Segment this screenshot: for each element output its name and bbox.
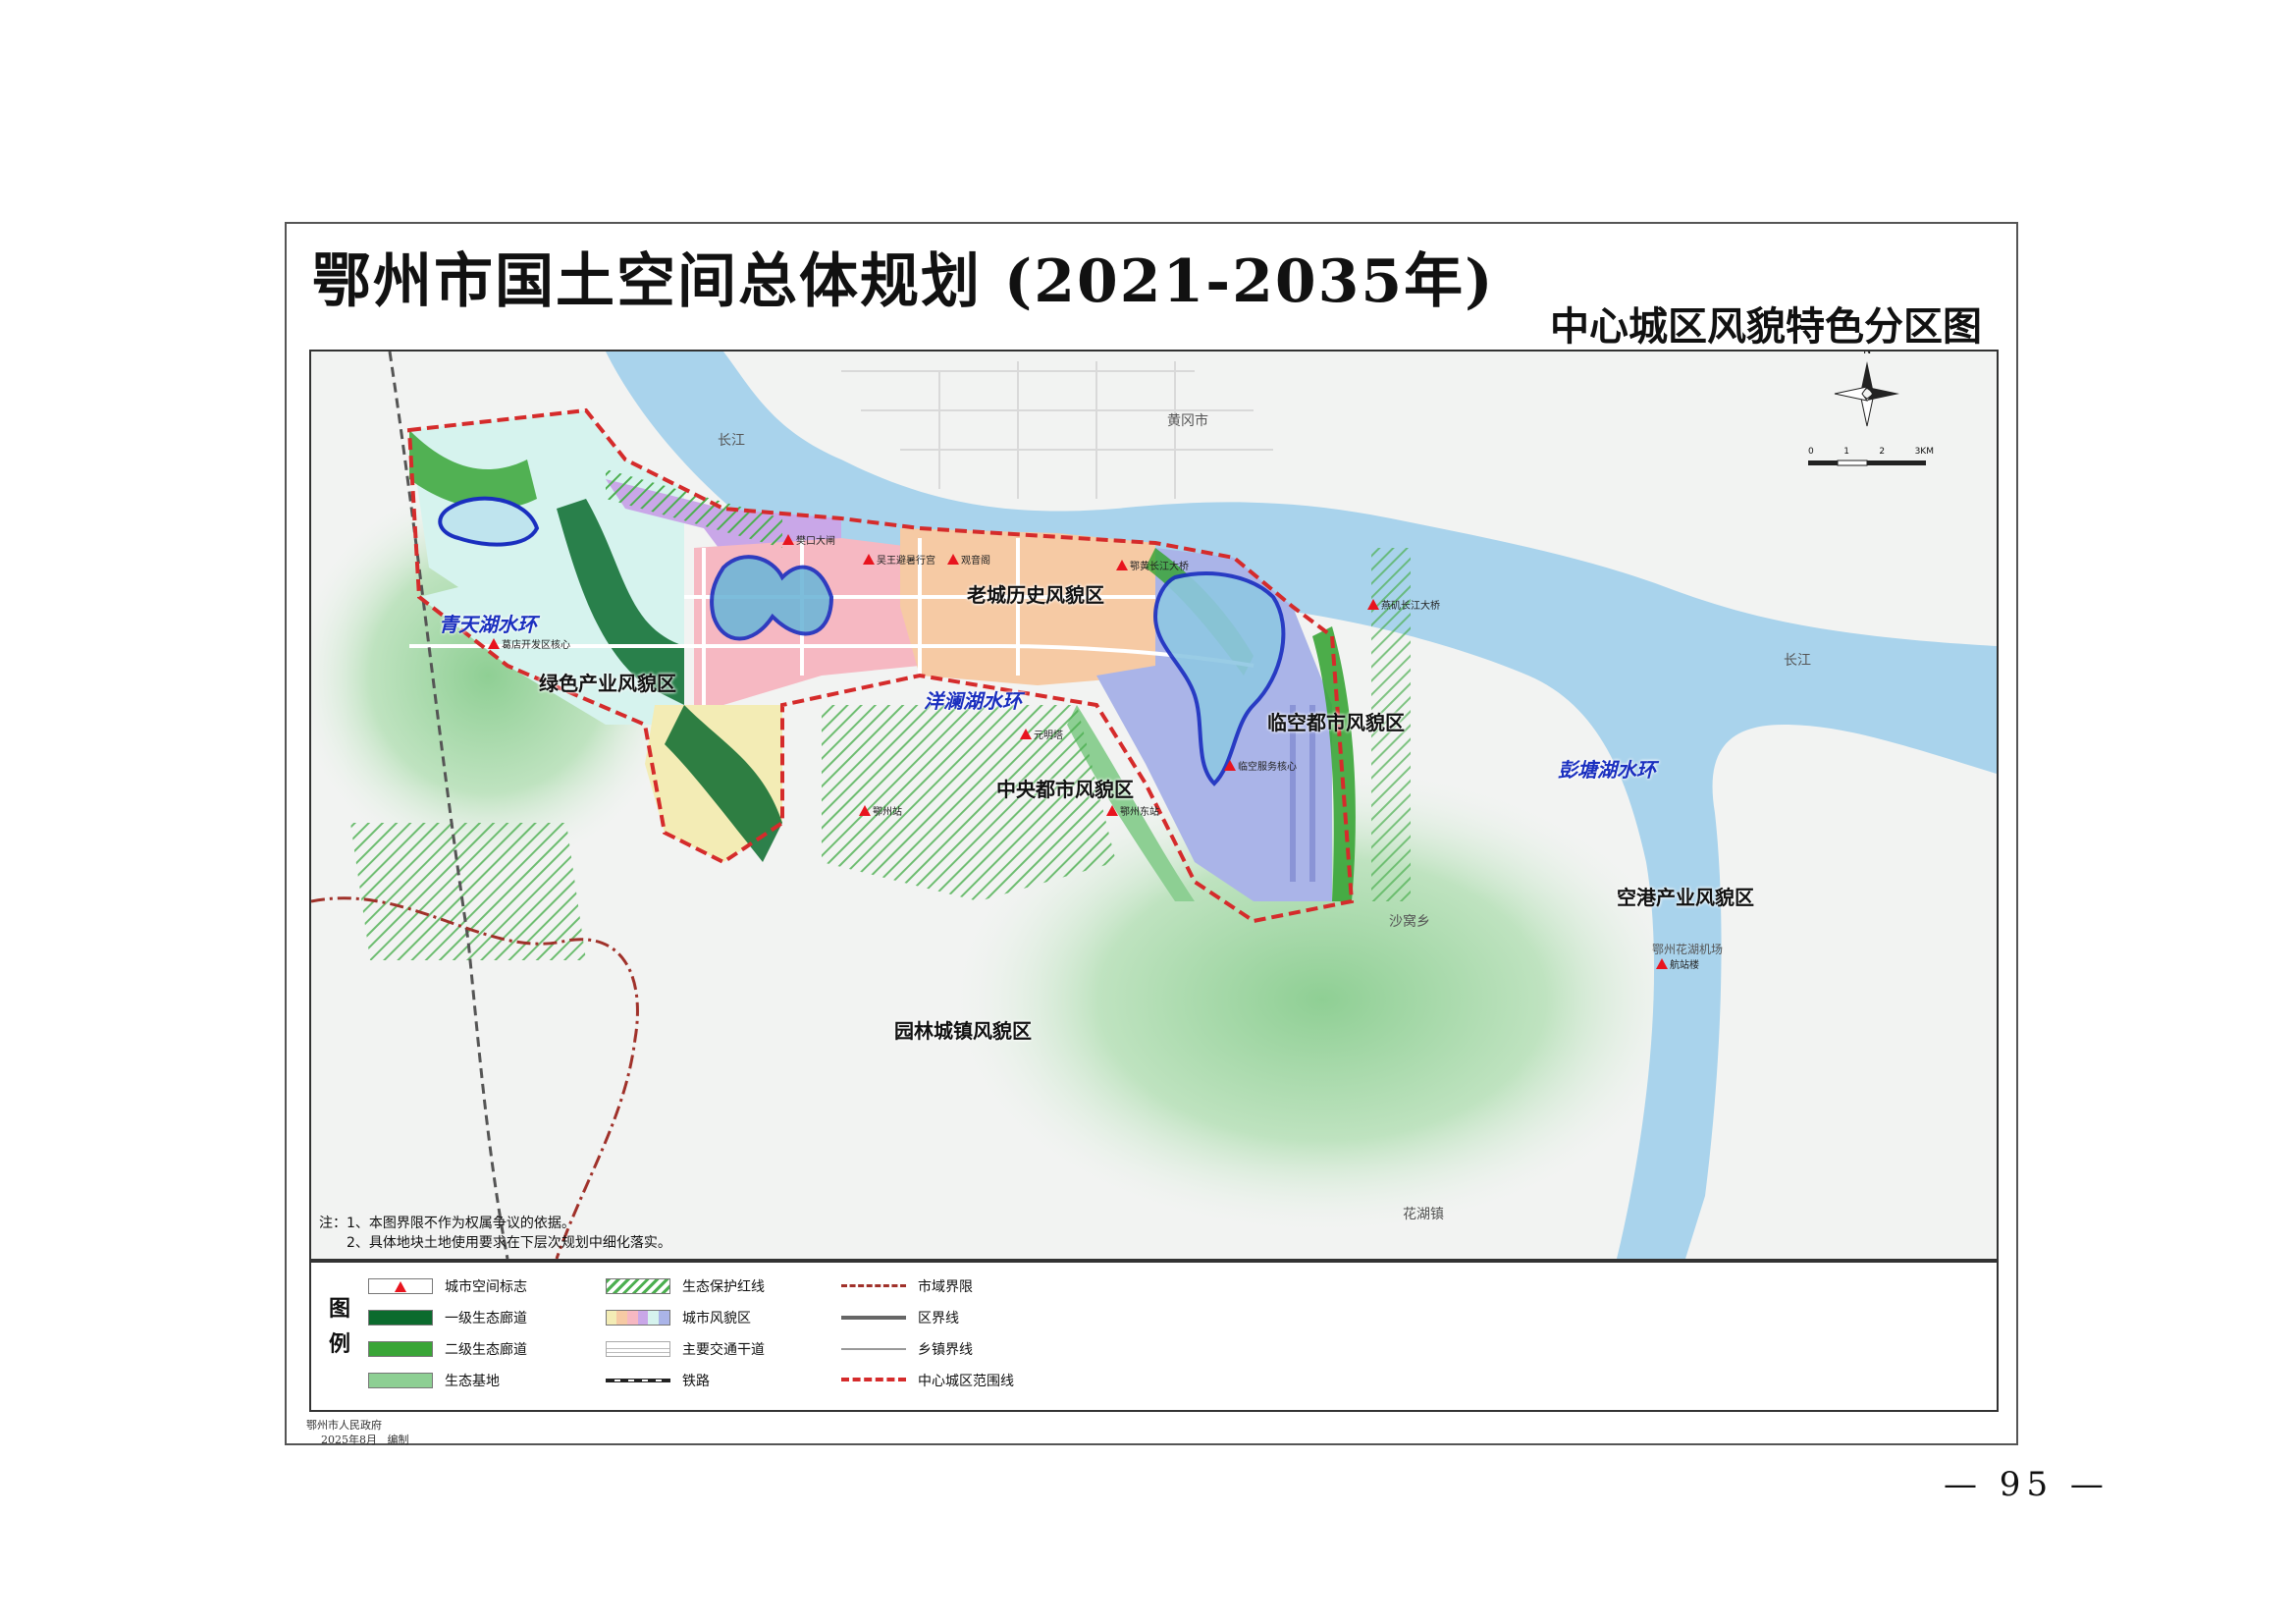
place-huanggang: 黄冈市 [1167,413,1208,429]
legend-item-eco-redline: 生态保护红线 [606,1276,765,1296]
map-canvas[interactable]: N 0 1 2 3KM 黄冈市 长江 沙窝乡 花湖镇 长江 绿色产业风貌区 老城… [309,350,1999,1261]
map-notes: 注：1、本图界限不作为权属争议的依据。 2、具体地块土地使用要求在下层次规划中细… [319,1214,671,1253]
landmark-gedian-core[interactable]: 葛店开发区核心 [488,636,570,651]
legend-item-urban-zones: 城市风貌区 [606,1308,751,1327]
landmark-icon [1116,560,1128,570]
scale-tick-3: 3KM [1914,447,1934,457]
landmark-icon [1224,760,1236,771]
legend-swatch-eco-base [368,1373,433,1388]
landmark-ezhou-east[interactable]: 鄂州东站 [1106,803,1159,818]
legend-title: 图例 [329,1297,351,1357]
legend-item-corridor-secondary: 二级生态廊道 [368,1339,527,1359]
map-subtitle: 中心城区风貌特色分区图 [1550,304,1982,350]
zone-label-central-urban: 中央都市风貌区 [996,778,1134,801]
legend-swatch-town-boundary [841,1341,906,1357]
ring-label-yanglan: 洋澜湖水环 [924,689,1022,713]
landmark-icon [1656,958,1668,969]
legend-item-landmark: 城市空间标志 [368,1276,527,1296]
landmark-ehuang-bridge[interactable]: 鄂黄长江大桥 [1116,558,1189,572]
legend-item-center-boundary: 中心城区范围线 [841,1371,1014,1390]
ring-label-pengtang: 彭塘湖水环 [1558,758,1656,782]
page-number: — 95 — [1944,1465,2109,1504]
north-label: N [1863,350,1872,356]
map-title: 鄂州市国土空间总体规划 (2021-2035年) [312,247,1495,316]
legend-swatch-center-boundary [841,1373,906,1388]
place-shawo: 沙窝乡 [1389,914,1430,930]
landmark-icon [782,534,794,545]
note-2: 2、具体地块土地使用要求在下层次规划中细化落实。 [347,1235,671,1251]
landmark-icon [1367,599,1379,610]
landmark-icon [947,554,959,565]
landmark-ezhou-station[interactable]: 鄂州站 [859,803,902,818]
zone-label-old-city: 老城历史风貌区 [967,583,1104,607]
place-yangtze-west: 长江 [718,433,745,449]
landmark-icon [859,805,871,816]
scale-bar: 0 1 2 3KM [1808,447,1934,466]
editor-org: 鄂州市人民政府 [306,1419,382,1432]
north-arrow: N [1833,352,1901,432]
editor-credit: 鄂州市人民政府 2025年8月 编制 [306,1418,409,1447]
legend-swatch-landmark [368,1278,433,1294]
legend-panel: 图例 城市空间标志 一级生态廊道 二级生态廊道 生态基地 生态保护红线 城市风貌… [309,1261,1999,1412]
landmark-icon [488,638,500,649]
note-1: 注：1、本图界限不作为权属争议的依据。 [319,1216,575,1231]
legend-swatch-city-boundary [841,1278,906,1294]
zone-label-green-industry: 绿色产业风貌区 [539,672,676,695]
legend-item-main-roads: 主要交通干道 [606,1339,765,1359]
zone-label-airport-industry: 空港产业风貌区 [1617,886,1754,909]
landmark-icon [1106,805,1118,816]
scale-tick-0: 0 [1808,447,1814,457]
landmark-wuwang[interactable]: 吴王避暑行宫 [863,552,935,567]
legend-swatch-railway [606,1373,670,1388]
legend-item-eco-base: 生态基地 [368,1371,500,1390]
eco-redline-west [350,823,586,960]
place-yangtze: 长江 [1784,653,1811,669]
scale-tick-1: 1 [1843,447,1849,457]
landmark-icon [1020,729,1032,739]
legend-item-corridor-primary: 一级生态廊道 [368,1308,527,1327]
legend-swatch-eco-redline [606,1278,670,1294]
landmark-airport-terminal[interactable]: 航站楼 [1656,956,1699,971]
zone-label-garden-town: 园林城镇风貌区 [894,1019,1032,1043]
landmark-lingkong-core[interactable]: 临空服务核心 [1224,758,1297,773]
landmark-icon [863,554,875,565]
landmark-icon [395,1280,406,1292]
landmark-ehang-bridge[interactable]: 燕矶长江大桥 [1367,597,1440,612]
landmark-guanyin[interactable]: 观音阁 [947,552,990,567]
place-huahu: 花湖镇 [1403,1207,1444,1222]
legend-swatch-main-roads [606,1341,670,1357]
editor-action: 编制 [387,1434,409,1446]
legend-swatch-corridor-secondary [368,1341,433,1357]
legend-swatch-district-boundary [841,1310,906,1326]
legend-swatch-corridor-primary [368,1310,433,1326]
legend-item-railway: 铁路 [606,1371,710,1390]
airport-name: 鄂州花湖机场 [1652,943,1724,956]
ring-label-qingtian: 青天湖水环 [439,613,537,636]
landmark-yuanming-tower[interactable]: 元明塔 [1020,727,1063,741]
scale-tick-2: 2 [1879,447,1886,457]
legend-item-district-boundary: 区界线 [841,1308,959,1327]
legend-item-city-boundary: 市域界限 [841,1276,973,1296]
legend-item-town-boundary: 乡镇界线 [841,1339,973,1359]
legend-swatch-urban-zones [606,1310,670,1326]
landmark-fankou-gate[interactable]: 樊口大闸 [782,532,835,547]
editor-date: 2025年8月 [321,1434,377,1446]
zone-label-airport-urban: 临空都市风貌区 [1267,711,1405,734]
